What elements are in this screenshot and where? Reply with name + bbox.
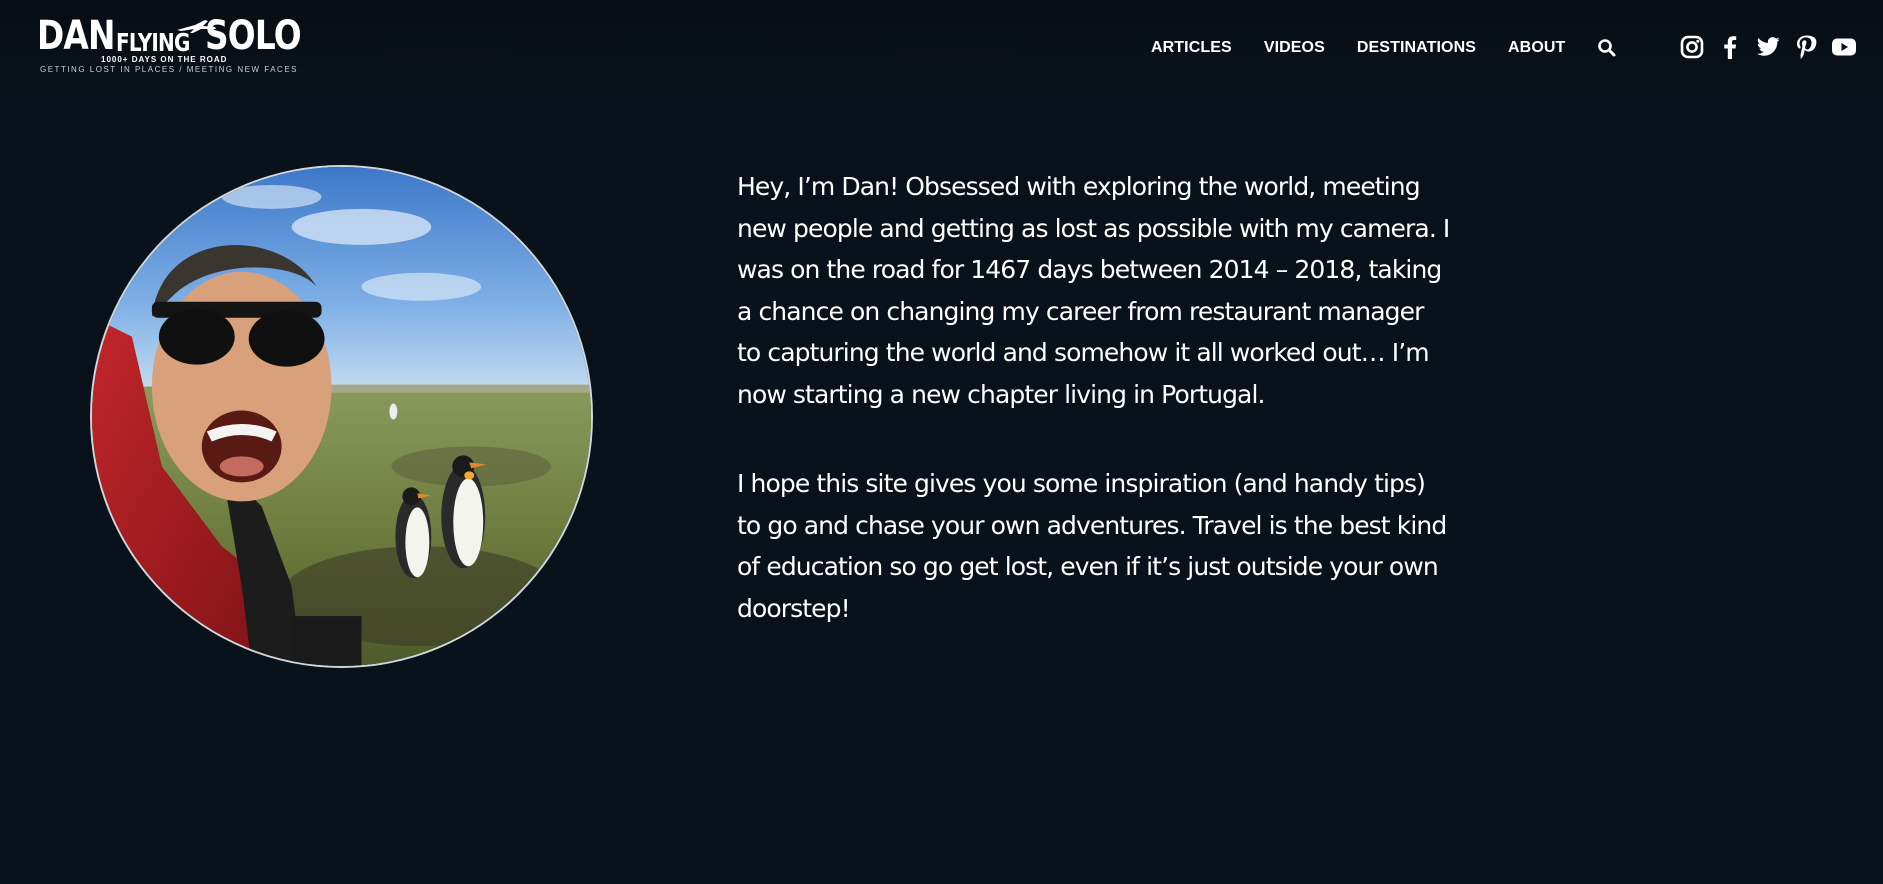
site-logo[interactable]: DAN FLYING SOLO 1000+ DAYS ON THE ROAD G… — [37, 13, 302, 76]
twitter-icon[interactable] — [1755, 34, 1781, 60]
instagram-icon[interactable] — [1679, 34, 1705, 60]
nav-destinations[interactable]: DESTINATIONS — [1357, 38, 1476, 58]
nav-about[interactable]: ABOUT — [1508, 38, 1565, 58]
logo-solo: SOLO — [205, 13, 302, 59]
social-links — [1679, 34, 1869, 60]
logo-tagline: GETTING LOST IN PLACES / MEETING NEW FAC… — [40, 65, 298, 74]
logo-days: 1000+ DAYS ON THE ROAD — [101, 55, 228, 64]
logo-dan: DAN — [37, 13, 115, 59]
nav-articles[interactable]: ARTICLES — [1151, 38, 1232, 58]
search-icon[interactable] — [1597, 38, 1617, 58]
bio-paragraph-1: Hey, I’m Dan! Obsessed with exploring th… — [737, 172, 1450, 409]
youtube-icon[interactable] — [1831, 34, 1857, 60]
facebook-icon[interactable] — [1717, 34, 1743, 60]
bio-text: Hey, I’m Dan! Obsessed with exploring th… — [737, 166, 1452, 677]
main-nav: ARTICLES VIDEOS DESTINATIONS ABOUT — [1151, 38, 1617, 58]
bio-paragraph-2: I hope this site gives you some inspirat… — [737, 469, 1447, 623]
airplane-icon — [177, 20, 216, 33]
profile-photo — [92, 167, 591, 666]
site-header: DAN FLYING SOLO 1000+ DAYS ON THE ROAD G… — [0, 0, 1883, 95]
pinterest-icon[interactable] — [1793, 34, 1819, 60]
nav-videos[interactable]: VIDEOS — [1264, 38, 1325, 58]
